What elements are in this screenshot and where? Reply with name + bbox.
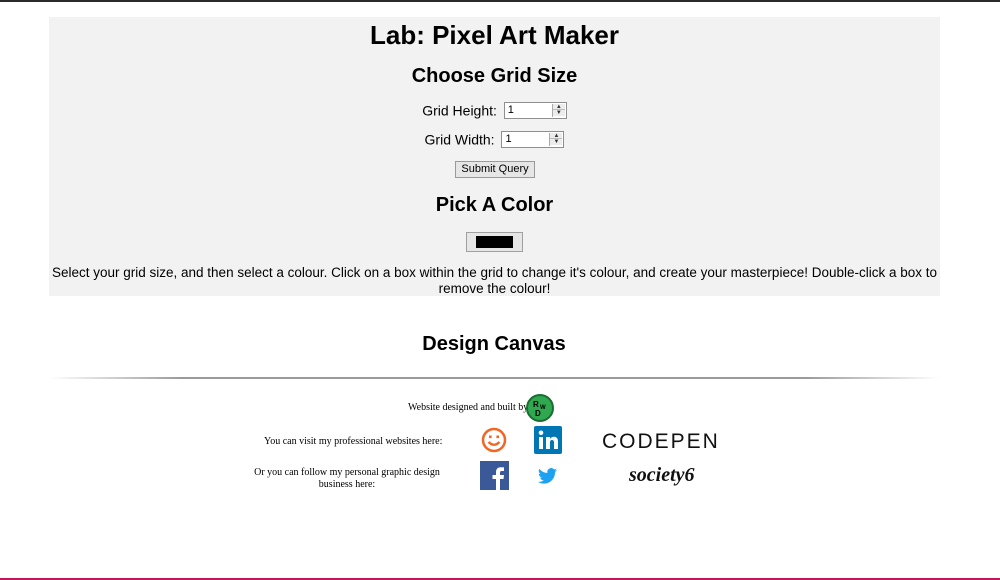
controls-panel: Lab: Pixel Art Maker Choose Grid Size Gr… [49,17,940,296]
rwd-logo[interactable]: R W D [526,394,554,422]
visit-text: You can visit my professional websites h… [264,436,443,447]
spin-down-icon[interactable]: ▼ [552,109,565,116]
codepen-letter-c: CODEPEN [602,430,720,452]
codepen-icon[interactable]: CODEPEN [602,428,738,452]
grid-width-stepper[interactable]: ▲ ▼ [549,132,563,146]
follow-text: Or you can follow my personal graphic de… [254,467,440,490]
grid-height-row: Grid Height: 1 ▲ ▼ [49,101,940,119]
grid-height-input[interactable]: 1 ▲ ▼ [503,101,567,119]
grid-width-input[interactable]: 1 ▲ ▼ [501,130,565,148]
color-picker[interactable] [466,232,523,252]
top-border [0,0,1000,2]
rwd-logo-letter-w: W [540,405,546,411]
smiley-face-icon[interactable] [481,427,507,453]
rwd-logo-icon: R W D [533,400,546,418]
society6-icon[interactable]: society6 [628,463,710,487]
linkedin-icon[interactable] [534,426,562,454]
horizontal-divider [49,377,940,379]
facebook-icon[interactable] [480,461,509,490]
grid-size-heading: Choose Grid Size [411,65,578,87]
pick-color-heading: Pick A Color [435,194,554,216]
grid-width-label: Grid Width: [424,131,495,148]
design-canvas-heading: Design Canvas [0,333,1000,356]
design-canvas-title: Design Canvas [422,333,566,355]
page-title: Lab: Pixel Art Maker [369,20,619,50]
grid-height-label: Grid Height: [422,102,497,119]
instructions-text: Select your grid size, and then select a… [51,265,938,296]
twitter-icon[interactable] [538,468,557,484]
submit-button[interactable]: Submit Query [455,161,535,178]
grid-height-stepper[interactable]: ▲ ▼ [551,103,565,117]
grid-height-value: 1 [507,103,514,116]
society6-wordmark: society6 [628,464,695,486]
spin-down-icon[interactable]: ▼ [550,138,563,145]
rwd-logo-letter-r: R [533,400,539,409]
grid-width-row: Grid Width: 1 ▲ ▼ [49,130,940,148]
grid-width-value: 1 [505,132,512,145]
rwd-logo-letter-d: D [535,409,541,418]
credit-text: Website designed and built by [408,402,529,413]
color-swatch [476,236,513,248]
